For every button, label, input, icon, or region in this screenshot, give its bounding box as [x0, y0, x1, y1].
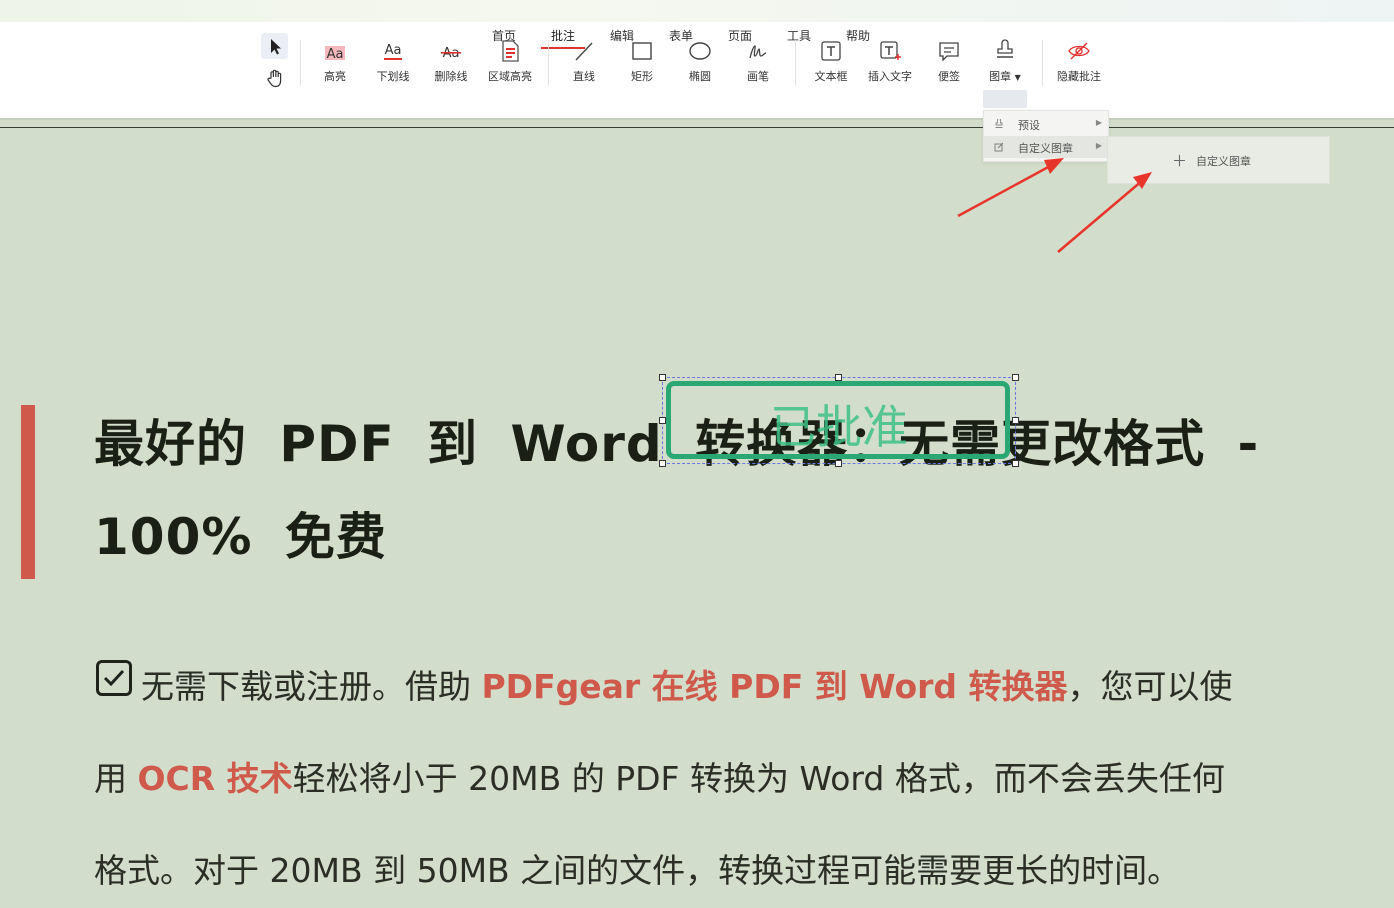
checkbox-icon: [96, 660, 132, 696]
ocr-link[interactable]: OCR 技术: [138, 759, 293, 798]
resize-handle[interactable]: [1012, 374, 1019, 381]
red-arrow-icon: [1057, 172, 1152, 253]
title-line-2: 100% 免费: [94, 508, 387, 566]
resize-handle[interactable]: [1012, 417, 1019, 424]
pdfgear-link[interactable]: PDFgear 在线 PDF 到 Word 转换器: [482, 667, 1068, 706]
resize-handle[interactable]: [835, 374, 842, 381]
resize-handle[interactable]: [659, 460, 666, 467]
paragraph-line-1: 无需下载或注册。借助 PDFgear 在线 PDF 到 Word 转换器，您可以…: [141, 660, 1233, 708]
stamp-selection-box[interactable]: [662, 377, 1016, 464]
resize-handle[interactable]: [1012, 460, 1019, 467]
text-run: ，您可以使: [1067, 667, 1233, 706]
text-run: 无需下载或注册。借助: [141, 667, 482, 706]
paragraph-line-2: 用 OCR 技术轻松将小于 20MB 的 PDF 转换为 Word 格式，而不会…: [94, 752, 1225, 800]
resize-handle[interactable]: [659, 374, 666, 381]
paragraph-line-3: 格式。对于 20MB 到 50MB 之间的文件，转换过程可能需要更长的时间。: [94, 851, 1181, 890]
text-run: 轻松将小于 20MB 的 PDF 转换为 Word 格式，而不会丢失任何: [292, 759, 1225, 798]
red-arrow-icon: [957, 158, 1064, 218]
text-run: 用: [94, 759, 138, 798]
resize-handle[interactable]: [659, 417, 666, 424]
heading-accent-bar: [21, 405, 35, 579]
resize-handle[interactable]: [835, 460, 842, 467]
